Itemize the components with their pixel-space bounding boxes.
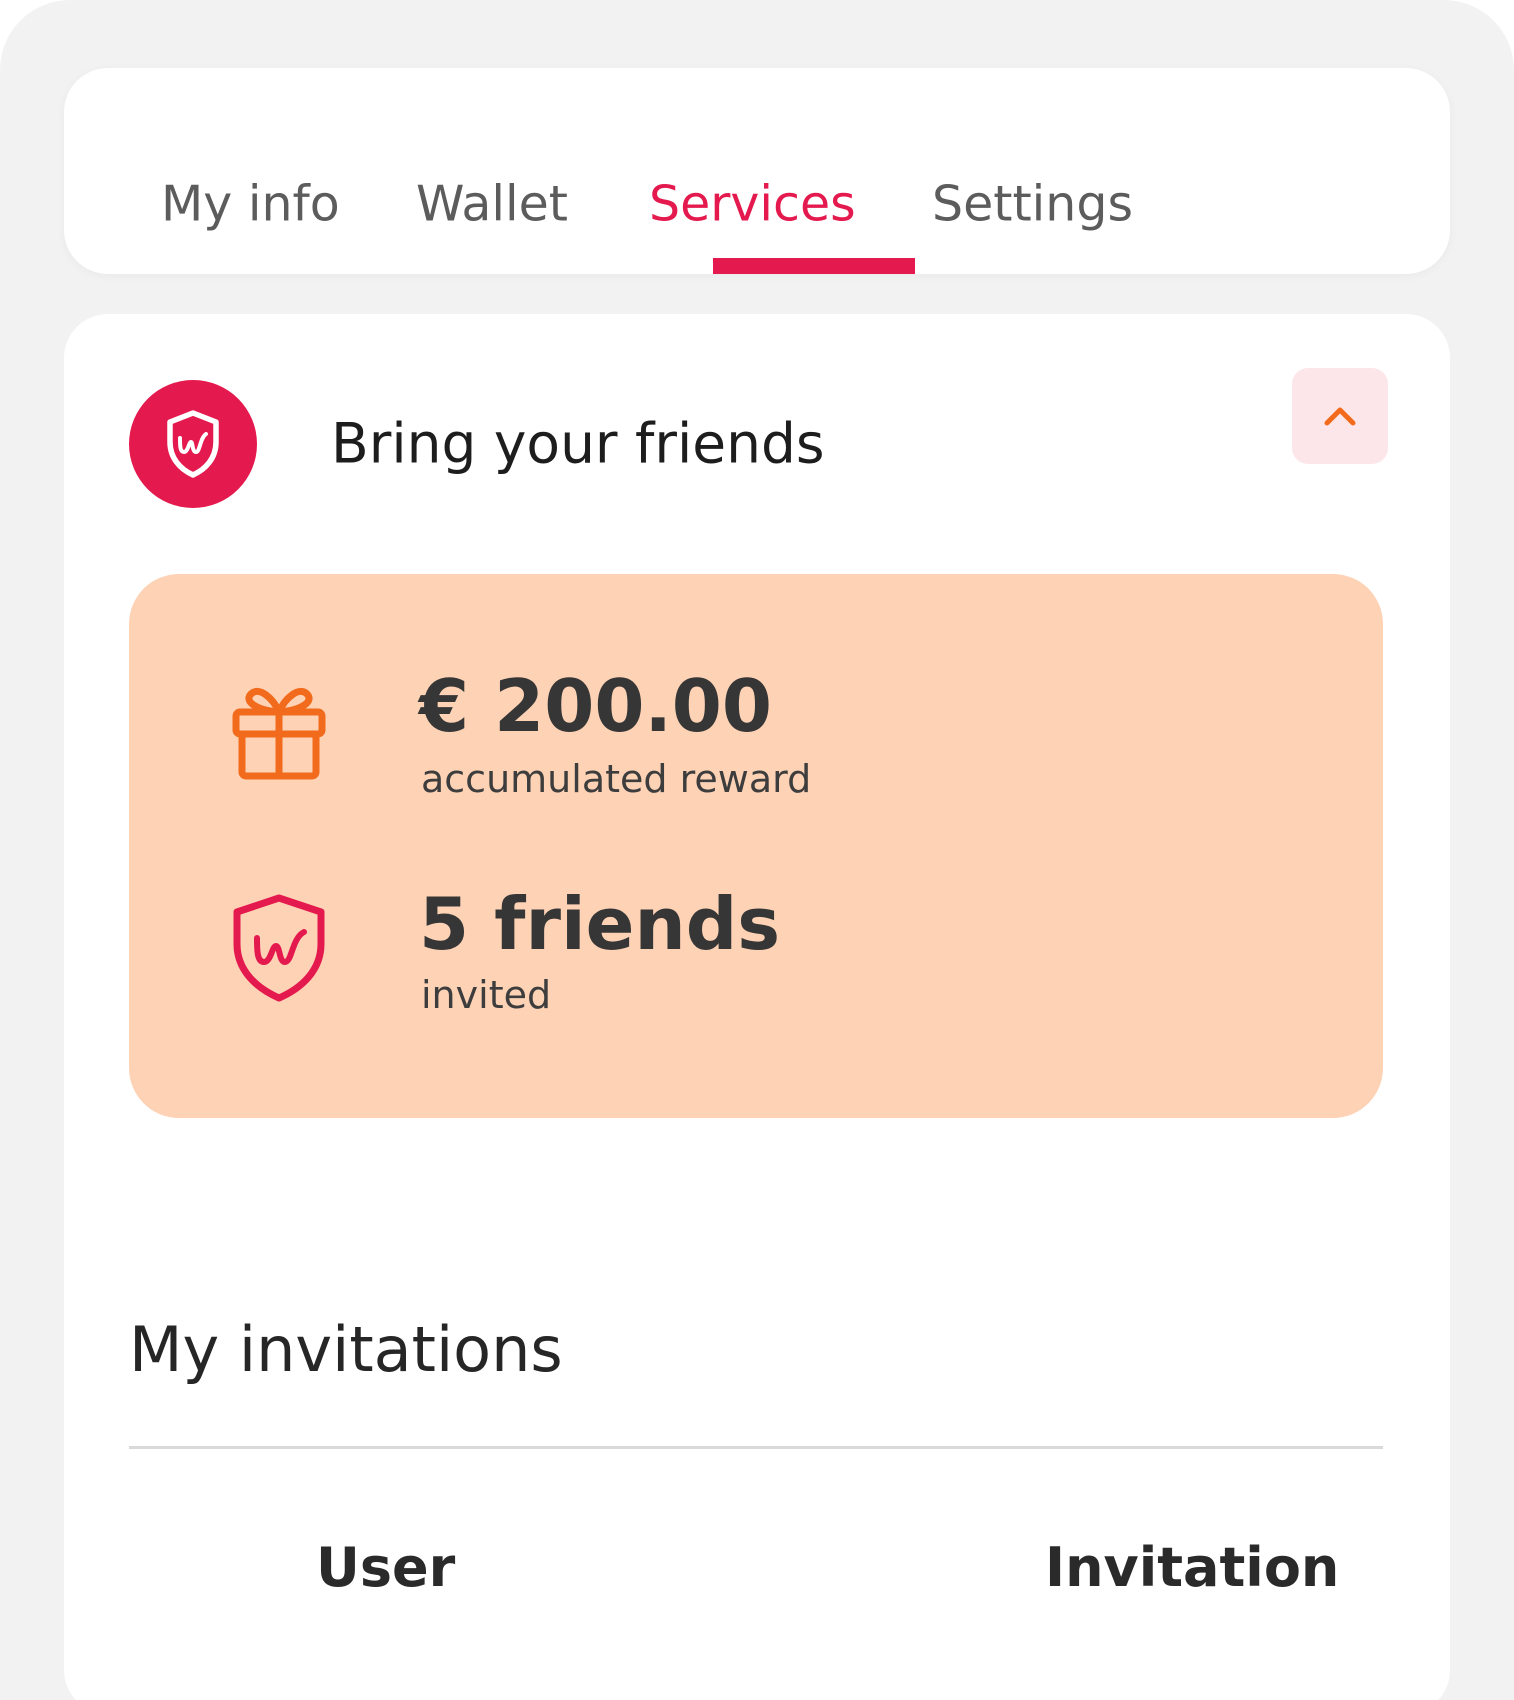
active-tab-indicator [713,258,915,274]
collapse-button[interactable] [1292,368,1388,464]
reward-label: accumulated reward [421,757,812,801]
shield-logo-icon [233,894,325,1002]
shield-logo-icon [129,380,257,508]
column-header-invitation: Invitation [1045,1536,1340,1599]
app-frame: My info Wallet Services Settings Bring y… [0,0,1514,1700]
tab-my-info[interactable]: My info [161,180,340,229]
gift-icon [232,687,326,780]
column-header-user: User [316,1536,456,1599]
friends-label: invited [421,973,552,1017]
tab-settings[interactable]: Settings [932,180,1133,229]
section-title: Bring your friends [331,411,825,476]
referral-stats: € 200.00 accumulated reward 5 friends in… [129,574,1383,1118]
tab-bar: My info Wallet Services Settings [64,68,1450,274]
chevron-up-icon [1324,407,1356,426]
friends-value: 5 friends [419,882,781,966]
tab-services[interactable]: Services [649,180,856,229]
reward-value: € 200.00 [419,664,773,748]
tab-wallet[interactable]: Wallet [416,180,568,229]
divider [129,1446,1383,1449]
services-card: Bring your friends € 200.00 accumulated … [64,314,1450,1700]
invitations-title: My invitations [129,1313,563,1386]
